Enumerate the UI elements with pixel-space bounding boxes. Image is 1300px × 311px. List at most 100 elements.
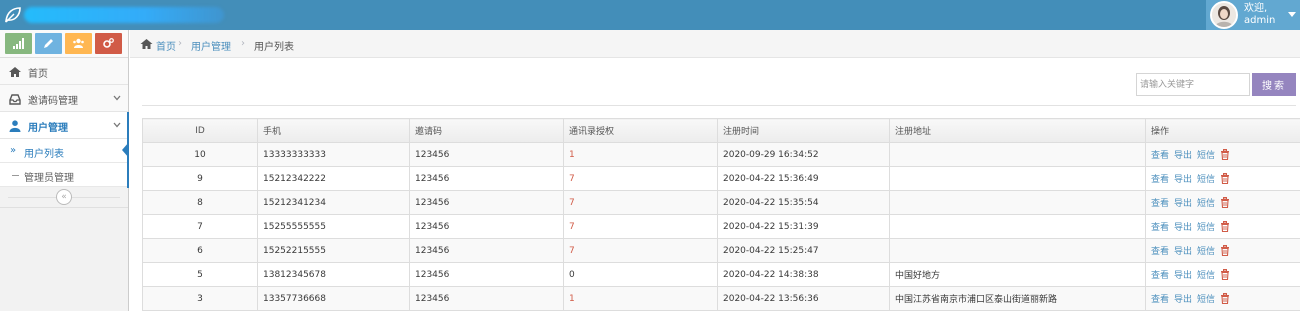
cell-invite-code: 123456 [409, 286, 564, 311]
view-link[interactable]: 查看 [1151, 175, 1169, 185]
user-menu[interactable]: 欢迎, admin [1206, 0, 1300, 30]
inbox-icon [9, 94, 21, 105]
tree-line [12, 175, 19, 176]
trash-icon[interactable] [1220, 269, 1230, 280]
signal-icon [13, 38, 24, 49]
users-icon [73, 38, 84, 48]
export-link[interactable]: 导出 [1174, 199, 1192, 209]
sidebar-collapse-button[interactable]: « [56, 189, 72, 205]
cell-register-time: 2020-09-29 16:34:52 [717, 142, 890, 167]
table-row: 8 15212341234 123456 7 2020-04-22 15:35:54 查看… [142, 190, 1300, 215]
trash-icon[interactable] [1220, 149, 1230, 160]
sidebar-collapse-row: « [0, 186, 128, 208]
trash-icon[interactable] [1220, 245, 1230, 256]
username: admin [1244, 15, 1276, 26]
cell-id: 6 [142, 238, 258, 263]
trash-icon[interactable] [1220, 197, 1230, 208]
sidebar-item-label: 用户管理 [28, 123, 68, 134]
sidebar-item-label: 邀请码管理 [28, 96, 78, 107]
shortcut-pencil-button[interactable] [35, 33, 62, 54]
cell-register-time: 2020-04-22 14:38:38 [717, 262, 890, 287]
column-header-register-time[interactable]: 注册时间 [717, 118, 890, 143]
cell-actions: 查看 导出 短信 [1145, 190, 1300, 215]
view-link[interactable]: 查看 [1151, 295, 1169, 305]
trash-icon[interactable] [1220, 221, 1230, 232]
trash-icon[interactable] [1220, 173, 1230, 184]
cell-actions: 查看 导出 短信 [1145, 238, 1300, 263]
cell-contacts-auth: 1 [563, 142, 718, 167]
search-button[interactable]: 搜索 [1252, 73, 1296, 96]
sidebar-item-home[interactable]: 首页 [0, 58, 128, 85]
cell-register-address: 中国好地方 [889, 262, 1146, 287]
avatar [1210, 1, 1238, 29]
view-link[interactable]: 查看 [1151, 151, 1169, 161]
sms-link[interactable]: 短信 [1197, 151, 1215, 161]
top-navbar: 欢迎, admin [0, 0, 1300, 30]
cell-actions: 查看 导出 短信 [1145, 286, 1300, 311]
cell-register-time: 2020-04-22 15:25:47 [717, 238, 890, 263]
shortcut-signal-button[interactable] [5, 33, 32, 54]
sidebar-item-user-management[interactable]: 用户管理 [0, 112, 128, 139]
breadcrumb-separator: › [178, 38, 182, 49]
cell-id: 10 [142, 142, 258, 167]
cell-contacts-auth: 1 [563, 286, 718, 311]
cell-register-address [889, 166, 1146, 191]
export-link[interactable]: 导出 [1174, 151, 1192, 161]
sidebar-subitem-user-list[interactable]: » 用户列表 [0, 139, 128, 163]
search-input[interactable] [1136, 73, 1250, 96]
trash-icon[interactable] [1220, 293, 1230, 304]
column-header-contacts-auth[interactable]: 通讯录授权 [563, 118, 718, 143]
column-header-invite-code[interactable]: 邀请码 [409, 118, 564, 143]
shortcut-cogs-button[interactable] [95, 33, 122, 54]
sms-link[interactable]: 短信 [1197, 295, 1215, 305]
export-link[interactable]: 导出 [1174, 247, 1192, 257]
double-chevron-right-icon: » [10, 145, 17, 156]
sms-link[interactable]: 短信 [1197, 223, 1215, 233]
sidebar-item-label: 首页 [28, 69, 48, 80]
welcome-text: 欢迎, [1244, 3, 1268, 14]
sms-link[interactable]: 短信 [1197, 199, 1215, 209]
cell-phone: 13333333333 [257, 142, 410, 167]
table-row: 9 15212342222 123456 7 2020-04-22 15:36:49 查看… [142, 166, 1300, 191]
cell-contacts-auth: 7 [563, 190, 718, 215]
cell-id: 3 [142, 286, 258, 311]
view-link[interactable]: 查看 [1151, 223, 1169, 233]
home-icon [9, 67, 21, 77]
cell-actions: 查看 导出 短信 [1145, 142, 1300, 167]
cell-id: 8 [142, 190, 258, 215]
caret-down-icon [1288, 12, 1296, 17]
export-link[interactable]: 导出 [1174, 295, 1192, 305]
home-icon [140, 39, 153, 49]
view-link[interactable]: 查看 [1151, 199, 1169, 209]
sms-link[interactable]: 短信 [1197, 247, 1215, 257]
column-header-phone[interactable]: 手机 [257, 118, 410, 143]
column-header-id[interactable]: ID [142, 118, 258, 143]
cell-invite-code: 123456 [409, 262, 564, 287]
sidebar-subitem-label: 管理员管理 [24, 173, 74, 184]
sms-link[interactable]: 短信 [1197, 175, 1215, 185]
view-link[interactable]: 查看 [1151, 247, 1169, 257]
sidebar-item-invite-codes[interactable]: 邀请码管理 [0, 85, 128, 112]
export-link[interactable]: 导出 [1174, 271, 1192, 281]
export-link[interactable]: 导出 [1174, 223, 1192, 233]
sms-link[interactable]: 短信 [1197, 271, 1215, 281]
breadcrumb-home-link[interactable]: 首页 [156, 38, 176, 53]
cell-actions: 查看 导出 短信 [1145, 166, 1300, 191]
cell-register-address: 中国江苏省南京市浦口区泰山街道丽新路 [889, 286, 1146, 311]
cell-contacts-auth: 7 [563, 166, 718, 191]
sidebar-subitem-admin-management[interactable]: 管理员管理 [0, 163, 128, 187]
shortcut-users-button[interactable] [65, 33, 92, 54]
table-row: 7 15255555555 123456 7 2020-04-22 15:31:39 查看… [142, 214, 1300, 239]
table-row: 10 13333333333 123456 1 2020-09-29 16:34:52 查… [142, 142, 1300, 167]
cell-phone: 15212342222 [257, 166, 410, 191]
cell-contacts-auth: 7 [563, 238, 718, 263]
chevron-down-icon [113, 122, 121, 128]
breadcrumb-user-management-link[interactable]: 用户管理 [191, 38, 231, 53]
export-link[interactable]: 导出 [1174, 175, 1192, 185]
sidebar-subitem-label: 用户列表 [24, 149, 64, 160]
cell-invite-code: 123456 [409, 142, 564, 167]
view-link[interactable]: 查看 [1151, 271, 1169, 281]
divider [142, 105, 1296, 106]
cell-invite-code: 123456 [409, 190, 564, 215]
column-header-register-address[interactable]: 注册地址 [889, 118, 1146, 143]
